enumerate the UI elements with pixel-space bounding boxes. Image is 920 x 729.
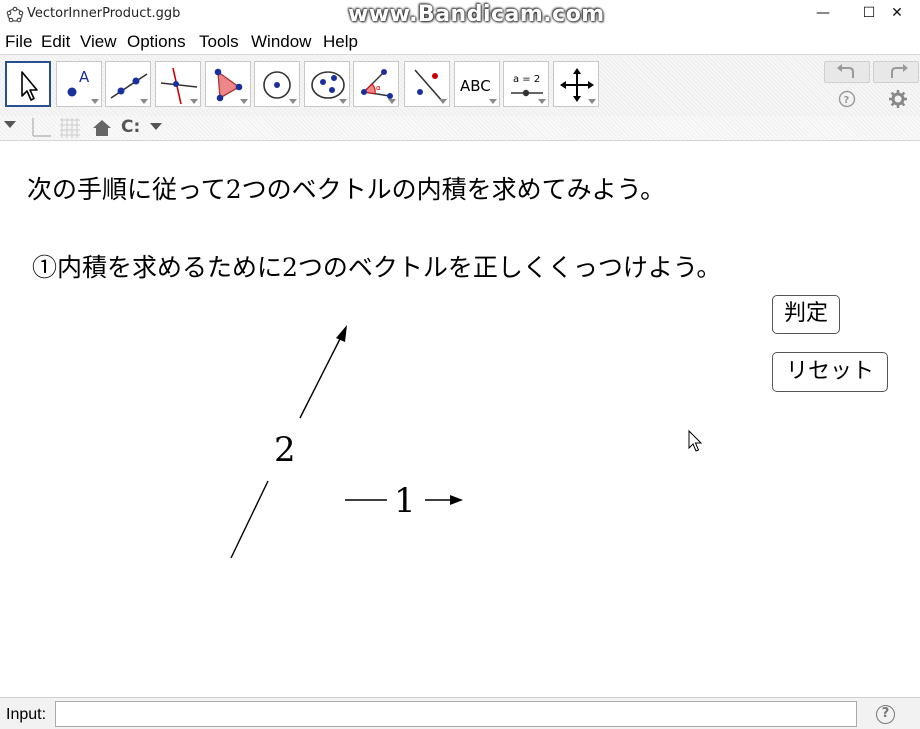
stylebar-toggle-icon[interactable] — [3, 119, 17, 131]
tool-menu-triangle-icon — [489, 99, 497, 104]
menu-bar: File Edit View Options Tools Window Help — [0, 30, 920, 54]
tool-menu-triangle-icon — [439, 99, 447, 104]
tool-menu-triangle-icon — [190, 99, 198, 104]
tool-menu-triangle-icon — [91, 99, 99, 104]
polygon-tool-button[interactable] — [205, 61, 251, 107]
input-bar: Input: ? — [0, 697, 920, 729]
move-graphics-view-tool-button[interactable] — [553, 61, 599, 107]
menu-tools[interactable]: Tools — [199, 32, 239, 52]
settings-gear-icon[interactable] — [888, 89, 908, 109]
menu-help[interactable]: Help — [323, 32, 358, 52]
line-tool-button[interactable] — [105, 61, 151, 107]
reflect-tool-button[interactable] — [404, 61, 450, 107]
minimize-button[interactable]: — — [800, 0, 846, 28]
point-capturing-icon[interactable]: C: — [121, 117, 140, 137]
command-input[interactable] — [55, 701, 857, 727]
tool-menu-triangle-icon — [240, 99, 248, 104]
chevron-down-icon[interactable] — [149, 122, 163, 132]
toolbar: A α ABC a = 2 ? — [0, 54, 920, 117]
undo-button[interactable] — [824, 61, 870, 83]
home-icon[interactable] — [92, 118, 112, 138]
tool-menu-triangle-icon — [289, 99, 297, 104]
toolbar-help-icon[interactable]: ? — [838, 90, 856, 108]
close-button[interactable]: ✕ — [874, 0, 920, 28]
recorder-watermark: www.Bandicam.com — [348, 2, 605, 27]
undo-icon — [837, 64, 854, 78]
perpendicular-line-tool-button[interactable] — [155, 61, 201, 107]
svg-text:?: ? — [844, 95, 850, 106]
tool-menu-triangle-icon — [339, 99, 347, 104]
vectors-drawing — [230, 325, 703, 559]
menu-options[interactable]: Options — [127, 32, 186, 52]
menu-view[interactable]: View — [80, 32, 117, 52]
vector-long-label: 2 — [274, 430, 296, 470]
menu-edit[interactable]: Edit — [41, 32, 70, 52]
input-label: Input: — [6, 706, 47, 723]
svg-text:a = 2: a = 2 — [513, 74, 540, 85]
grid-icon[interactable] — [58, 116, 82, 140]
title-bar: VectorInnerProduct.ggb www.Bandicam.com … — [0, 0, 920, 30]
angle-tool-button[interactable]: α — [353, 61, 399, 107]
menu-file[interactable]: File — [5, 32, 32, 52]
tool-menu-triangle-icon — [140, 99, 148, 104]
geogebra-app-icon — [6, 6, 24, 23]
move-tool-icon — [21, 71, 38, 101]
menu-window[interactable]: Window — [251, 32, 311, 52]
close-icon: ✕ — [891, 5, 903, 21]
vector-short-arrowhead — [450, 495, 463, 505]
tool-menu-triangle-icon — [588, 99, 596, 104]
svg-text:α: α — [376, 84, 381, 92]
minimize-icon: — — [816, 5, 830, 21]
move-tool-button[interactable] — [5, 61, 51, 107]
vector-long-arrowhead — [336, 325, 347, 342]
vector-short-label: 1 — [394, 481, 416, 521]
input-help-icon[interactable]: ? — [876, 705, 895, 724]
text-tool-button[interactable]: ABC — [454, 61, 500, 107]
tool-menu-triangle-icon — [388, 99, 396, 104]
style-bar: C: — [0, 116, 920, 141]
vector-long-upper-segment[interactable] — [299, 332, 344, 419]
svg-text:ABC: ABC — [460, 77, 491, 95]
svg-text:A: A — [79, 68, 90, 86]
redo-icon — [891, 64, 908, 78]
mouse-cursor-icon — [688, 429, 703, 452]
redo-button[interactable] — [873, 61, 919, 83]
circle-tool-button[interactable] — [254, 61, 300, 107]
ellipse-tool-button[interactable] — [304, 61, 350, 107]
graphics-view[interactable]: 次の手順に従って2つのベクトルの内積を求めてみよう。 ①内積を求めるために2つの… — [0, 141, 920, 697]
axes-icon[interactable] — [28, 116, 52, 140]
vector-long-lower-segment[interactable] — [230, 480, 269, 559]
point-tool-button[interactable]: A — [56, 61, 102, 107]
window-title: VectorInnerProduct.ggb — [27, 6, 181, 21]
slider-tool-button[interactable]: a = 2 — [503, 61, 549, 107]
tool-menu-triangle-icon — [538, 99, 546, 104]
